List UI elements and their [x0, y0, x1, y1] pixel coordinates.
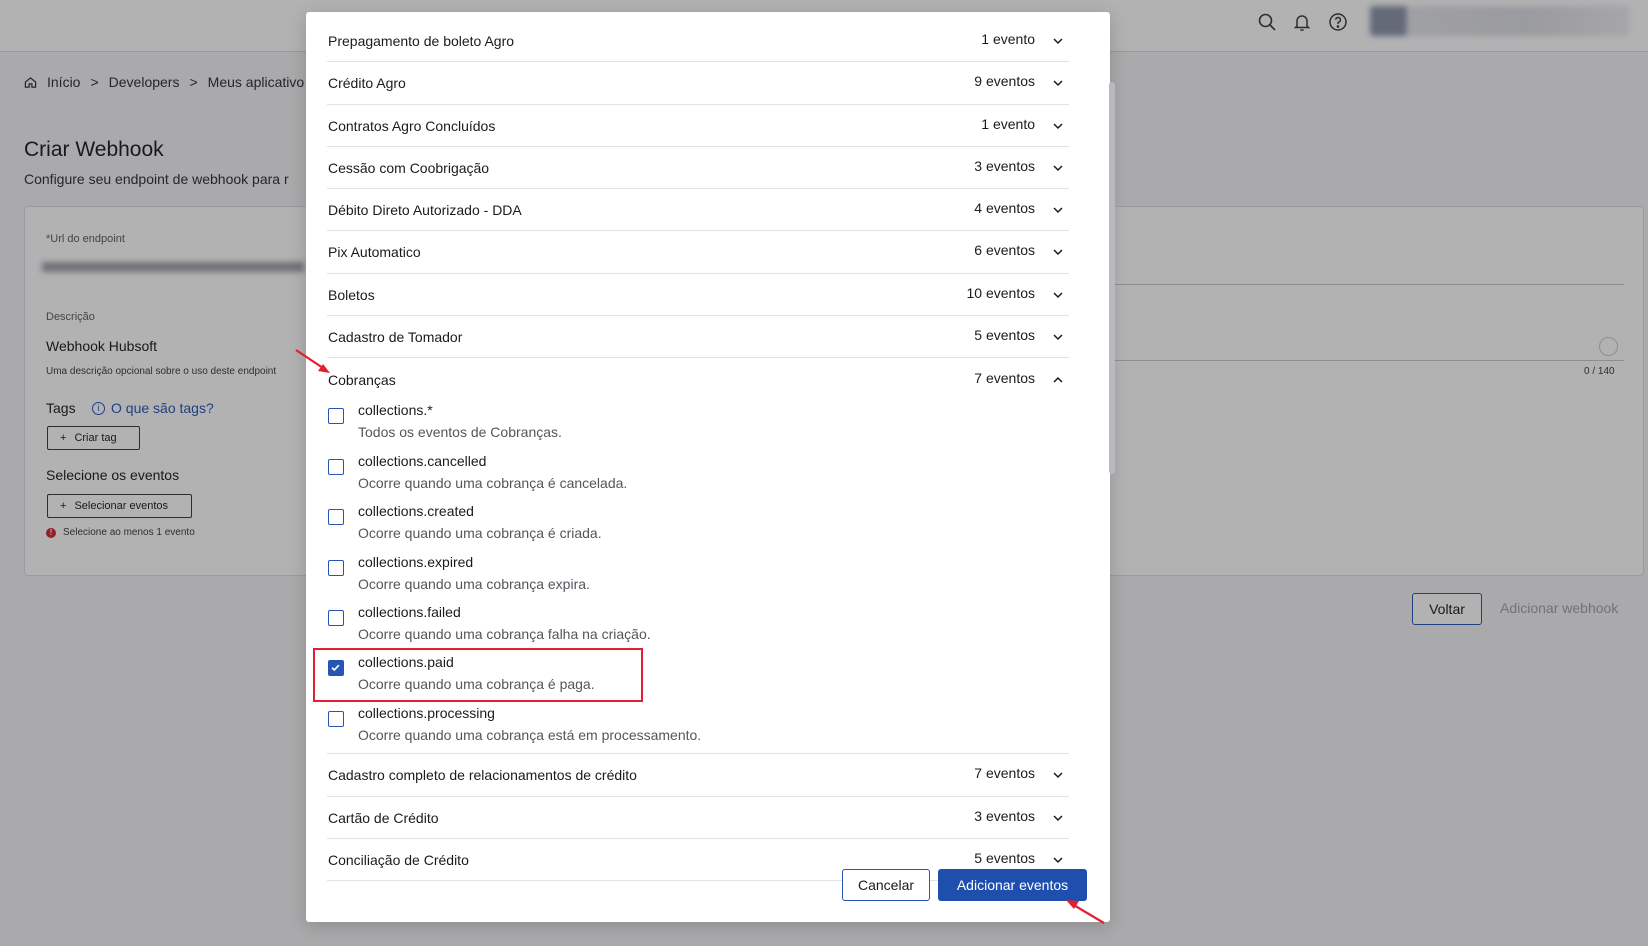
chevron-down-icon[interactable]: [1051, 76, 1065, 90]
event-group-name: Crédito Agro: [328, 75, 406, 92]
chevron-down-icon[interactable]: [1051, 119, 1065, 133]
event-group-name: Cadastro completo de relacionamentos de …: [328, 767, 637, 784]
event-description: Ocorre quando uma cobrança expira.: [358, 575, 590, 592]
event-group-count: 4 eventos: [974, 200, 1035, 217]
event-checkbox[interactable]: [328, 609, 344, 626]
event-group-name: Cadastro de Tomador: [328, 329, 463, 346]
event-group-count: 1 evento: [981, 31, 1035, 47]
event-group-row[interactable]: Cadastro completo de relacionamentos de …: [327, 754, 1069, 797]
event-group-row[interactable]: Débito Direto Autorizado - DDA 4 eventos: [327, 189, 1069, 232]
event-group-name: Contratos Agro Concluídos: [328, 117, 496, 134]
event-description: Todos os eventos de Cobranças.: [358, 424, 562, 441]
event-group-row[interactable]: Pix Automatico 6 eventos: [327, 231, 1069, 274]
event-group-count: 3 eventos: [974, 157, 1035, 174]
event-option[interactable]: collections.failed Ocorre quando uma cob…: [327, 600, 1069, 650]
event-group-count: 6 eventos: [974, 242, 1035, 259]
chevron-down-icon[interactable]: [1051, 161, 1065, 175]
chevron-down-icon[interactable]: [1051, 811, 1065, 825]
event-group-row[interactable]: Boletos 10 eventos: [327, 274, 1069, 317]
event-group-count: 10 eventos: [966, 284, 1036, 301]
event-option[interactable]: collections.created Ocorre quando uma co…: [327, 499, 1069, 549]
event-group-count: 5 eventos: [974, 849, 1035, 866]
chevron-down-icon[interactable]: [1051, 245, 1065, 259]
event-group-name: Pix Automatico: [328, 244, 421, 261]
chevron-down-icon[interactable]: [1051, 853, 1065, 867]
event-group-row[interactable]: Contratos Agro Concluídos 1 evento: [327, 105, 1069, 147]
event-description: Ocorre quando uma cobrança falha na cria…: [358, 625, 651, 642]
event-name: collections.expired: [358, 553, 474, 570]
select-events-modal: Prepagamento de boleto Agro 1 evento Cré…: [306, 12, 1110, 922]
event-group-row[interactable]: Cartão de Crédito 3 eventos: [327, 797, 1069, 839]
event-name: collections.*: [358, 402, 433, 419]
event-group-count: 7 eventos: [974, 370, 1035, 387]
event-description: Ocorre quando uma cobrança é cancelada.: [358, 474, 628, 491]
event-name: collections.processing: [358, 704, 495, 721]
modal-scrollbar[interactable]: [1109, 82, 1115, 474]
event-group-count: 9 eventos: [974, 73, 1035, 90]
event-checkbox[interactable]: [328, 559, 344, 576]
event-group-header[interactable]: Cobranças 7 eventos: [327, 358, 1069, 398]
chevron-up-icon[interactable]: [1051, 373, 1065, 387]
event-group-name: Cartão de Crédito: [328, 809, 439, 826]
event-checkbox[interactable]: [328, 710, 344, 727]
event-group-name: Cessão com Coobrigação: [328, 159, 490, 176]
event-option[interactable]: collections.cancelled Ocorre quando uma …: [327, 449, 1069, 499]
event-group-name: Prepagamento de boleto Agro: [328, 33, 515, 49]
chevron-down-icon[interactable]: [1051, 330, 1065, 344]
event-group-row[interactable]: Crédito Agro 9 eventos: [327, 62, 1069, 105]
event-group-name: Débito Direto Autorizado - DDA: [328, 202, 522, 219]
event-checkbox[interactable]: [328, 408, 344, 425]
event-option[interactable]: collections.processing Ocorre quando uma…: [327, 701, 1069, 751]
chevron-down-icon[interactable]: [1051, 768, 1065, 782]
event-option[interactable]: collections.expired Ocorre quando uma co…: [327, 550, 1069, 600]
cancel-button[interactable]: Cancelar: [842, 869, 930, 901]
event-checkbox[interactable]: [328, 509, 344, 526]
chevron-down-icon[interactable]: [1051, 34, 1065, 48]
event-option[interactable]: collections.* Todos os eventos de Cobran…: [327, 398, 1069, 448]
event-description: Ocorre quando uma cobrança está em proce…: [358, 726, 702, 743]
event-checkbox[interactable]: [328, 458, 344, 475]
event-group-row[interactable]: Prepagamento de boleto Agro 1 evento: [327, 20, 1069, 63]
event-group-row[interactable]: Cadastro de Tomador 5 eventos: [327, 316, 1069, 359]
arrow-annotation-icon: [295, 349, 330, 373]
event-group-count: 1 evento: [981, 115, 1035, 132]
highlight-box: [313, 648, 643, 702]
event-group-name: Boletos: [328, 286, 375, 303]
event-groups-list: Prepagamento de boleto Agro 1 evento Cré…: [327, 20, 1069, 882]
arrow-annotation-icon: [1066, 900, 1105, 924]
chevron-down-icon[interactable]: [1051, 203, 1065, 217]
event-name: collections.cancelled: [358, 452, 487, 469]
event-name: collections.created: [358, 503, 474, 520]
event-group-count: 5 eventos: [974, 327, 1035, 344]
event-name: collections.failed: [358, 603, 461, 620]
event-group-count: 7 eventos: [974, 765, 1035, 782]
chevron-down-icon[interactable]: [1051, 288, 1065, 302]
event-description: Ocorre quando uma cobrança é criada.: [358, 525, 602, 542]
event-group-name: Conciliação de Crédito: [328, 851, 469, 868]
event-group-row[interactable]: Cessão com Coobrigação 3 eventos: [327, 147, 1069, 190]
event-group-count: 3 eventos: [974, 807, 1035, 824]
